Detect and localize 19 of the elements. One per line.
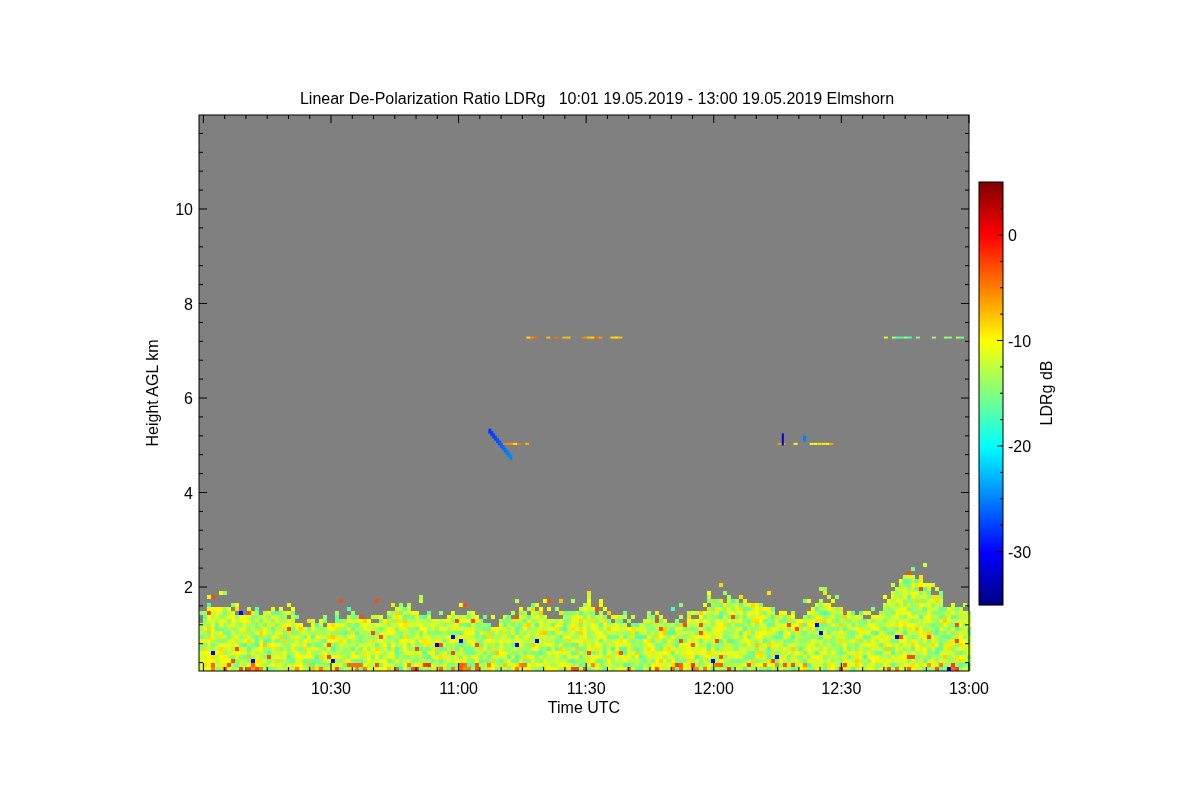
colorbar-label: LDRg dB	[1038, 360, 1055, 426]
y-tick-label: 8	[184, 295, 193, 313]
x-tick-label: 11:30	[566, 680, 606, 697]
x-tick-label: 13:00	[948, 680, 989, 697]
chart-title: Linear De-Polarization Ratio LDRg 10:01 19.05.2019 - 13:00 19.05.2019 Elmshorn	[299, 90, 895, 107]
colorbar-tick-label: -20	[1008, 438, 1032, 455]
x-tick-label: 12:30	[821, 680, 862, 697]
y-tick-label: 4	[184, 484, 193, 502]
y-axis-label: Height AGL km	[144, 339, 161, 447]
y-tick-label: 10	[175, 201, 193, 218]
x-tick-label: 12:00	[693, 680, 734, 697]
colorbar-tick-label: 0	[1008, 227, 1017, 244]
x-tick-label: 11:00	[439, 680, 478, 697]
colorbar-tick-label: -10	[1008, 332, 1032, 350]
x-axis-label: Time UTC	[547, 699, 621, 716]
y-tick-label: 6	[184, 390, 193, 407]
x-tick-label: 10:30	[311, 680, 351, 697]
y-tick-label: 2	[184, 579, 193, 596]
colorbar-tick-label: -30	[1008, 543, 1032, 561]
